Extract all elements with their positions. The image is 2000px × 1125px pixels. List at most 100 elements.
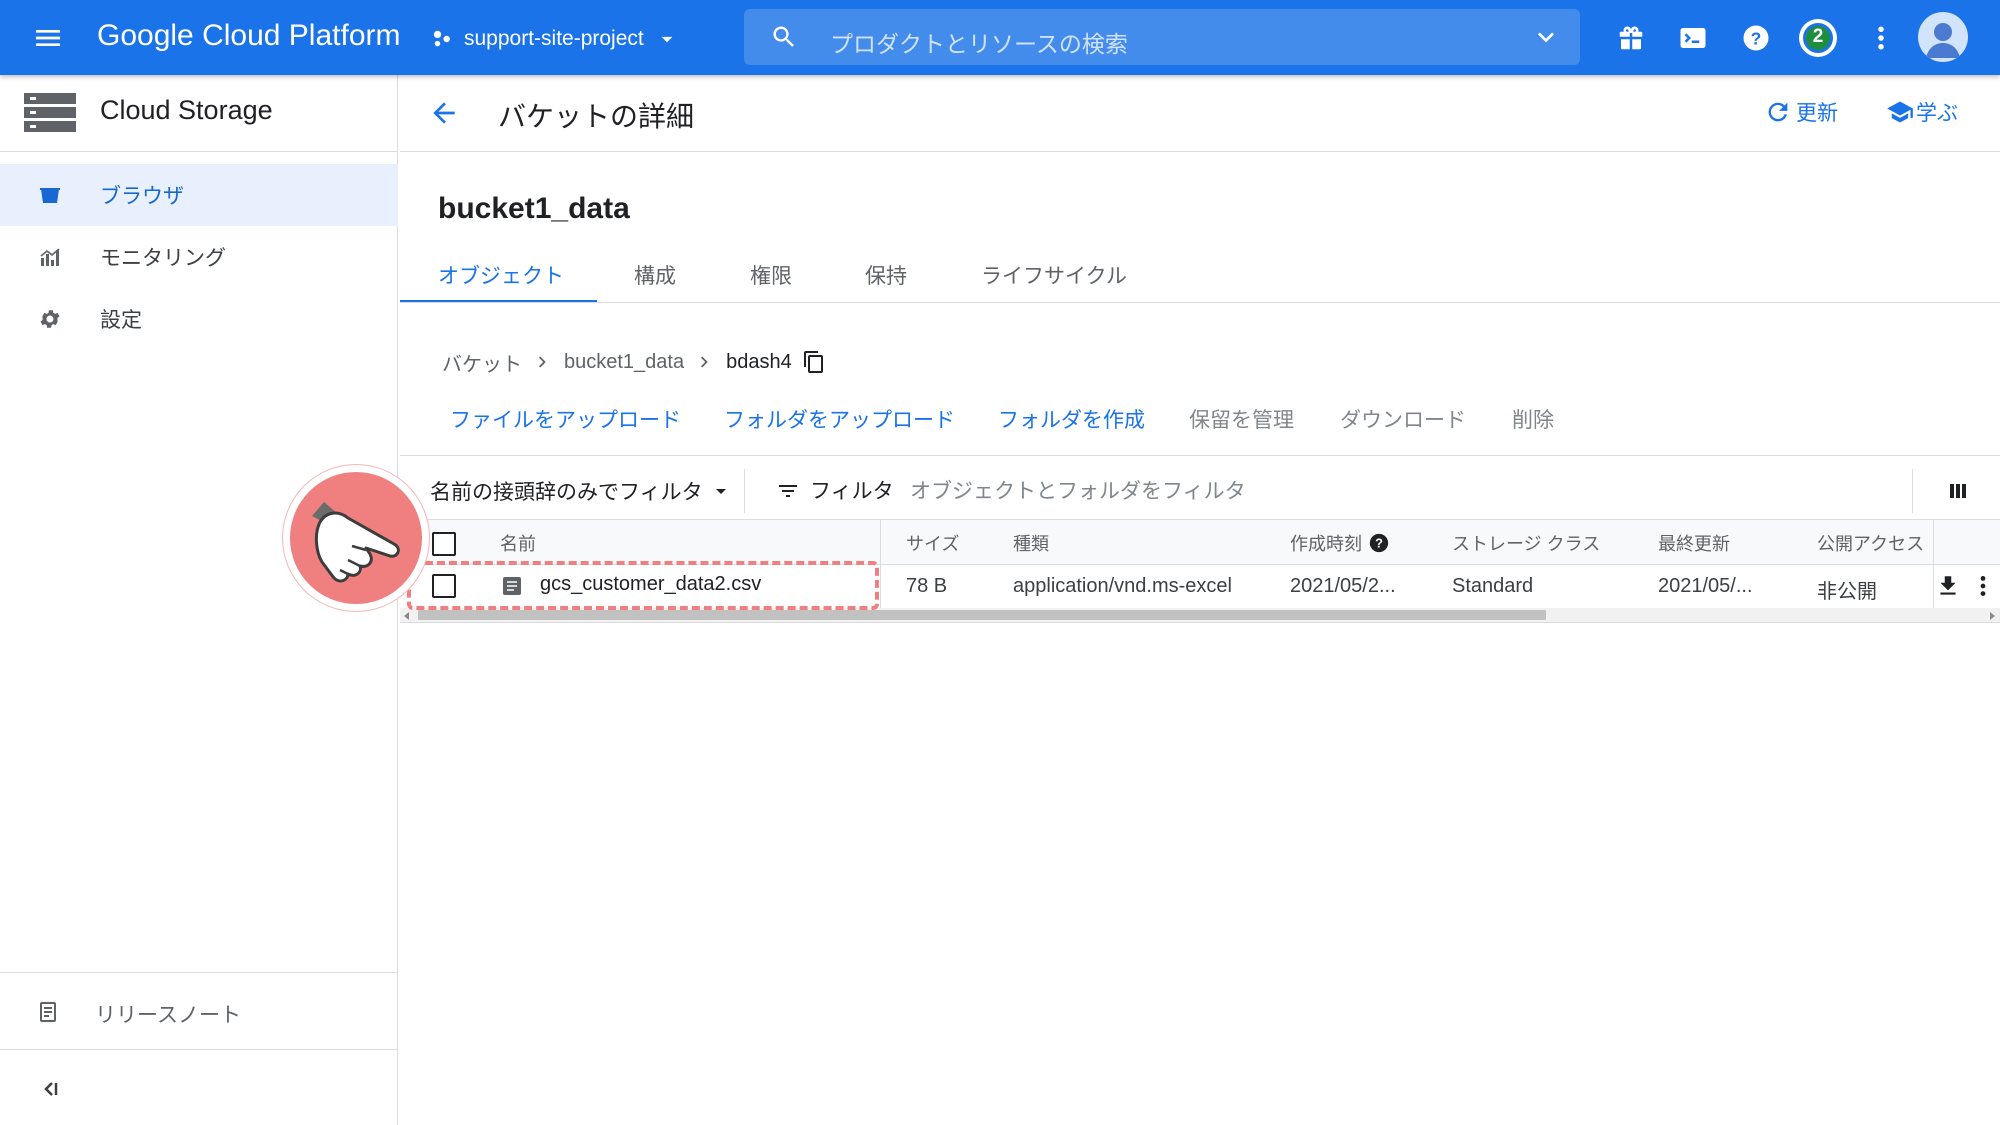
project-selector[interactable]: support-site-project [432,22,680,56]
sidebar-item-label: 設定 [100,309,142,332]
column-header-created-label: 作成時刻 [1290,534,1362,554]
project-name: support-site-project [464,27,644,50]
sidebar-item-monitoring[interactable]: モニタリング [0,226,398,288]
app-title[interactable]: Google Cloud Platform [97,19,401,53]
breadcrumb: バケット bucket1_data bdash4 [442,347,826,377]
top-app-bar: Google Cloud Platform support-site-proje… [0,0,2000,75]
download-button[interactable]: ダウンロード [1340,404,1466,434]
notification-count: 2 [1812,26,1824,47]
column-header-size[interactable]: サイズ [906,530,959,556]
download-icon[interactable] [1935,573,1961,599]
column-display-icon[interactable] [1946,479,1970,503]
column-header-created[interactable]: 作成時刻 ? [1290,530,1390,556]
tab-lifecycle[interactable]: ライフサイクル [981,260,1127,290]
highlight-box [407,561,879,610]
chevron-right-icon [694,351,716,373]
chevron-right-icon [532,351,554,373]
gear-icon [38,307,62,331]
table-header [400,520,2000,564]
learn-label: 学ぶ [1916,102,1958,125]
chevron-down-icon[interactable] [1530,21,1562,53]
divider [1912,469,1913,513]
sidebar-item-browser[interactable]: ブラウザ [0,164,398,226]
copy-icon[interactable] [802,350,826,374]
tab-configuration[interactable]: 構成 [634,260,676,290]
divider [0,1049,398,1050]
sidebar-item-label: モニタリング [100,247,226,270]
cell-storage-class: Standard [1452,575,1534,597]
scrollbar-thumb[interactable] [418,610,1546,620]
sidebar-item-label: ブラウザ [100,185,184,208]
search-icon [770,23,798,51]
column-header-name[interactable]: 名前 [500,530,536,556]
breadcrumb-folder: bdash4 [726,350,792,373]
product-title: Cloud Storage [100,95,273,125]
help-icon[interactable]: ? [1368,532,1390,554]
search-input[interactable]: プロダクトとリソースの検索 [830,25,1128,59]
more-vert-icon[interactable] [1970,573,1996,599]
cell-created: 2021/05/2... [1290,575,1396,597]
release-notes-icon [37,1000,61,1024]
search-bar[interactable]: プロダクトとリソースの検索 [744,9,1580,65]
column-header-storage-class[interactable]: ストレージ クラス [1452,530,1600,556]
tab-objects[interactable]: オブジェクト [438,260,564,290]
pointing-hand-icon [290,472,422,604]
breadcrumb-root[interactable]: バケット [442,348,522,377]
school-icon [1886,98,1914,126]
refresh-label: 更新 [1796,102,1838,125]
svg-text:?: ? [1751,28,1762,48]
tab-retention[interactable]: 保持 [865,260,907,290]
breadcrumb-bucket[interactable]: bucket1_data [564,351,684,374]
storage-icon [24,93,76,133]
filter-input[interactable]: オブジェクトとフォルダをフィルタ [910,475,1470,505]
chart-icon [38,245,62,269]
more-vert-icon[interactable] [1866,23,1896,53]
column-header-updated[interactable]: 最終更新 [1658,530,1730,556]
release-notes-link[interactable]: リリースノート [0,973,398,1049]
delete-button[interactable]: 削除 [1512,404,1554,434]
bucket-name: bucket1_data [438,192,630,225]
avatar[interactable] [1918,12,1968,62]
divider [400,622,2000,623]
pointer-badge [283,465,429,611]
select-all-checkbox[interactable] [432,532,456,556]
create-folder-button[interactable]: フォルダを作成 [998,404,1145,434]
divider [0,151,398,152]
scroll-right-icon[interactable] [1990,612,1995,620]
learn-button[interactable]: 学ぶ [1886,97,1958,127]
scroll-left-icon[interactable] [404,612,409,620]
upload-files-button[interactable]: ファイルをアップロード [450,404,681,434]
sidebar-item-settings[interactable]: 設定 [0,288,398,350]
project-dots-icon [432,28,454,50]
back-arrow-icon[interactable] [428,97,460,129]
refresh-button[interactable]: 更新 [1764,97,1838,127]
column-header-public-access[interactable]: 公開アクセス [1817,530,1924,556]
cell-updated: 2021/05/... [1658,575,1753,597]
filter-list-icon[interactable] [776,479,800,503]
release-notes-label: リリースノート [95,1004,241,1027]
prefix-filter-dropdown[interactable]: 名前の接頭辞のみでフィルタ [430,473,733,509]
filter-label: フィルタ [810,480,894,503]
cell-type: application/vnd.ms-excel [1013,575,1232,597]
cell-size: 78 B [906,575,948,597]
upload-folder-button[interactable]: フォルダをアップロード [724,404,955,434]
chevron-down-icon [654,26,680,52]
arrow-drop-down-icon [709,479,733,503]
cloud-shell-icon[interactable] [1678,23,1708,53]
horizontal-scrollbar[interactable] [400,608,2000,622]
cell-public-access: 非公開 [1817,581,1877,603]
page-title: バケットの詳細 [498,101,695,132]
tab-permissions[interactable]: 権限 [750,260,792,290]
divider [400,302,2000,303]
help-icon[interactable]: ? [1741,23,1771,53]
prefix-filter-label: 名前の接頭辞のみでフィルタ [430,481,703,504]
divider [400,455,2000,456]
manage-holds-button[interactable]: 保留を管理 [1189,404,1294,434]
bucket-icon [38,183,62,207]
notification-badge[interactable]: 2 [1799,19,1837,57]
collapse-sidebar-icon[interactable] [38,1077,62,1101]
menu-icon[interactable] [32,22,64,54]
gift-icon[interactable] [1616,23,1646,53]
column-header-type[interactable]: 種類 [1013,530,1049,556]
divider [400,151,2000,152]
